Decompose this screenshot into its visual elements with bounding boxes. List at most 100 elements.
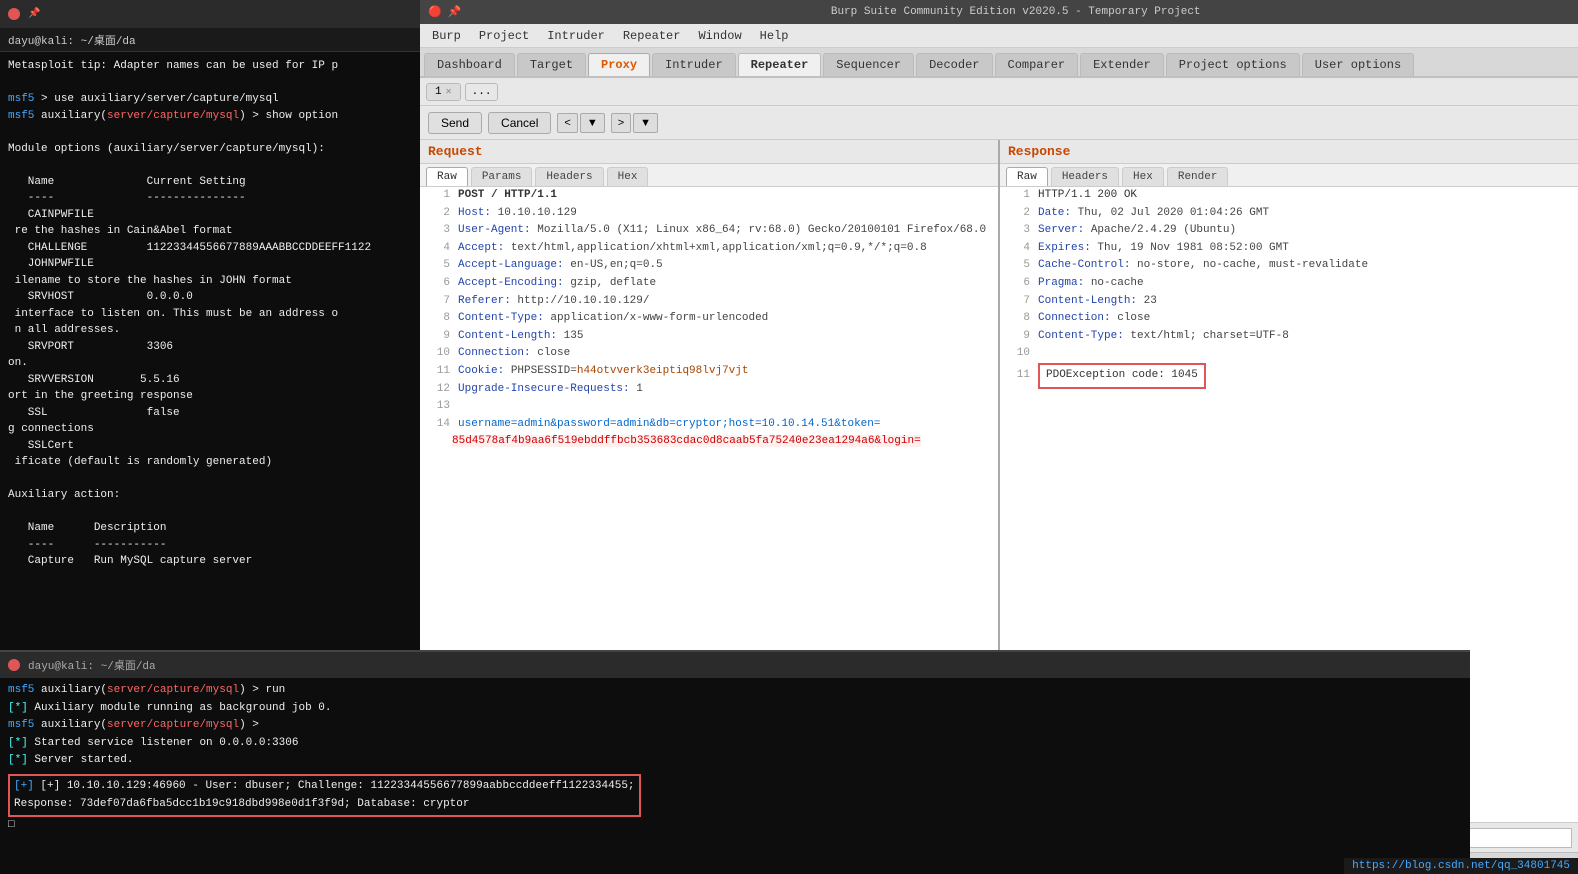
term-line: SRVHOST 0.0.0.0 [8,289,412,306]
menu-repeater[interactable]: Repeater [615,27,689,45]
burp-pin-icon: 📌 [448,5,462,19]
tab-extender[interactable]: Extender [1080,53,1164,76]
repeater-toolbar: Send Cancel < ▼ > ▼ [420,106,1578,140]
tab-decoder[interactable]: Decoder [916,53,992,76]
req-line-14a: 14username=admin&password=admin&db=crypt… [420,416,998,434]
req-line-7: 7Referer: http://10.10.10.129/ [420,293,998,311]
term-line: Module options (auxiliary/server/capture… [8,141,412,158]
terminal-bottom-bar: dayu@kali: ~/桌面/da [0,652,1470,678]
tab-target[interactable]: Target [517,53,586,76]
terminal-bottom-path: dayu@kali: ~/桌面/da [28,657,156,673]
req-line-10: 10Connection: close [420,345,998,363]
req-line-12: 12Upgrade-Insecure-Requests: 1 [420,381,998,399]
term-line: ---- --------------- [8,190,412,207]
term-line: interface to listen on. This must be an … [8,306,412,323]
menu-intruder[interactable]: Intruder [539,27,613,45]
terminal-top-bar: 📌 [0,0,420,28]
request-tab-headers[interactable]: Headers [535,167,603,186]
terminal-path-text: dayu@kali: ~/桌面/da [8,32,136,48]
terminal-highlighted-block: [+] [+] 10.10.10.129:46960 - User: dbuse… [8,774,641,817]
request-tab-raw[interactable]: Raw [426,167,468,186]
term-line: JOHNPWFILE [8,256,412,273]
term-line: Capture Run MySQL capture server [8,553,412,570]
term-cursor-line: □ [8,817,1462,835]
request-tab-hex[interactable]: Hex [607,167,649,186]
term-line: msf5 > use auxiliary/server/capture/mysq… [8,91,412,108]
response-header-label: Response [1000,140,1578,164]
repeater-tab-more[interactable]: ... [465,83,499,101]
nav-next-dropdown[interactable]: ▼ [633,113,658,133]
term-bottom-line-3: msf5 auxiliary(server/capture/mysql) > [8,717,1462,735]
req-line-2: 2Host: 10.10.10.129 [420,205,998,223]
response-tab-headers[interactable]: Headers [1051,167,1119,186]
burp-title-bar: 🔴 📌 Burp Suite Community Edition v2020.5… [420,0,1578,24]
req-line-9: 9Content-Length: 135 [420,328,998,346]
tab-user-options[interactable]: User options [1302,53,1414,76]
response-tab-render[interactable]: Render [1167,167,1229,186]
tab-comparer[interactable]: Comparer [995,53,1079,76]
nav-prev-dropdown[interactable]: ▼ [580,113,605,133]
term-line: ilename to store the hashes in JOHN form… [8,273,412,290]
tab-project-options[interactable]: Project options [1166,53,1300,76]
term-line: Name Current Setting [8,174,412,191]
req-line-13: 13 [420,398,998,416]
term-highlighted-line-1: [+] [+] 10.10.10.129:46960 - User: dbuse… [14,778,635,796]
menu-burp[interactable]: Burp [424,27,469,45]
term-line: on. [8,355,412,372]
repeater-tab-1-label: 1 [435,86,442,98]
burp-menubar: Burp Project Intruder Repeater Window He… [420,24,1578,48]
response-tabs: Raw Headers Hex Render [1000,164,1578,187]
term-highlighted-line-2: Response: 73def07da6fba5dcc1b19c918dbd99… [14,796,635,814]
bottom-url-bar: https://blog.csdn.net/qq_34801745 [1344,858,1578,874]
cancel-button[interactable]: Cancel [488,112,551,134]
term-line: Name Description [8,520,412,537]
tab-repeater[interactable]: Repeater [738,53,822,76]
tab-intruder[interactable]: Intruder [652,53,736,76]
response-tab-hex[interactable]: Hex [1122,167,1164,186]
request-tabs: Raw Params Headers Hex [420,164,998,187]
terminal-bottom-content: msf5 auxiliary(server/capture/mysql) > r… [0,678,1470,839]
term-line: CAINPWFILE [8,207,412,224]
burp-window-controls: 🔴 📌 [428,5,461,19]
tab-proxy[interactable]: Proxy [588,53,650,76]
send-button[interactable]: Send [428,112,482,134]
resp-line-5: 5Cache-Control: no-store, no-cache, must… [1000,257,1578,275]
terminal-bottom-close-btn[interactable] [8,659,20,671]
resp-line-6: 6Pragma: no-cache [1000,275,1578,293]
url-text: https://blog.csdn.net/qq_34801745 [1352,860,1570,872]
tab-sequencer[interactable]: Sequencer [823,53,914,76]
req-line-14b: 85d4578af4b9aa6f519ebddffbcb353683cdac0d… [420,433,998,451]
nav-controls: < ▼ [557,113,604,133]
resp-line-7: 7Content-Length: 23 [1000,293,1578,311]
nav-prev-button[interactable]: < [557,113,577,133]
repeater-tab-1-close[interactable]: ✕ [446,86,452,98]
resp-line-3: 3Server: Apache/2.4.29 (Ubuntu) [1000,222,1578,240]
tab-dashboard[interactable]: Dashboard [424,53,515,76]
resp-line-11: 11PDOException code: 1045 [1000,363,1578,389]
req-line-4: 4Accept: text/html,application/xhtml+xml… [420,240,998,258]
response-tab-raw[interactable]: Raw [1006,167,1048,186]
repeater-tab-1[interactable]: 1 ✕ [426,83,461,101]
request-header-label: Request [420,140,998,164]
term-line: CHALLENGE 11223344556677889AAABBCCDDEEFF… [8,240,412,257]
term-line: SSL false [8,405,412,422]
term-line: ---- ----------- [8,537,412,554]
terminal-content: Metasploit tip: Adapter names can be use… [0,52,420,576]
burp-icon: 🔴 [428,5,442,19]
terminal-bottom: dayu@kali: ~/桌面/da msf5 auxiliary(server… [0,650,1470,874]
term-line: ort in the greeting response [8,388,412,405]
terminal-close-btn[interactable] [8,8,20,20]
term-line: Auxiliary action: [8,487,412,504]
terminal-path: dayu@kali: ~/桌面/da [0,28,420,52]
menu-project[interactable]: Project [471,27,537,45]
resp-line-10: 10 [1000,345,1578,363]
nav-next-button[interactable]: > [611,113,631,133]
burp-title-text: Burp Suite Community Edition v2020.5 - T… [831,6,1201,18]
term-bottom-line-5: [*] Server started. [8,752,1462,770]
menu-help[interactable]: Help [752,27,797,45]
request-tab-params[interactable]: Params [471,167,533,186]
menu-window[interactable]: Window [690,27,749,45]
term-line: g connections [8,421,412,438]
req-line-1: 1POST / HTTP/1.1 [420,187,998,205]
term-line: n all addresses. [8,322,412,339]
